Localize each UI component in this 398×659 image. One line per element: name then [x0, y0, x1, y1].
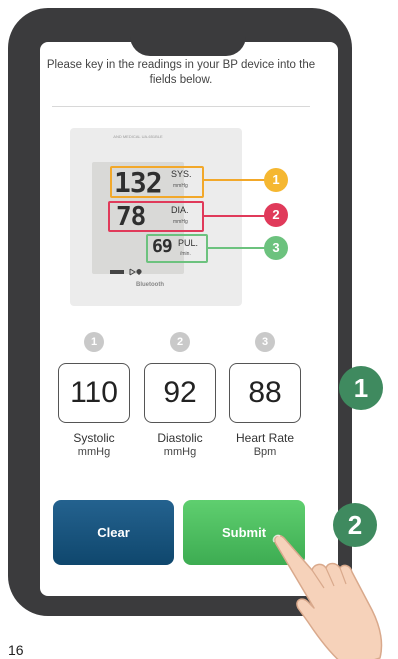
- bluetooth-label: Bluetooth: [136, 282, 164, 288]
- heart-rate-input[interactable]: 88: [229, 363, 301, 423]
- lcd-diastolic-value: 78: [116, 202, 146, 232]
- device-brand-text: AND MEDICAL UA-651BLE: [113, 134, 163, 139]
- diastolic-label-group: Diastolic mmHg: [135, 431, 225, 459]
- heart-icon: [136, 269, 142, 275]
- heart-rate-unit: Bpm: [253, 446, 277, 458]
- heart-rate-label: Heart Rate: [235, 431, 295, 445]
- lcd-systolic-value: 132: [114, 166, 163, 199]
- lcd-dia-label: DIA.: [171, 205, 189, 215]
- systolic-label-group: Systolic mmHg: [49, 431, 139, 459]
- tablet-notch: [130, 16, 246, 56]
- bluetooth-icon: [110, 268, 142, 276]
- lcd-pul-unit: /min.: [180, 251, 191, 257]
- page-number: 16: [8, 642, 24, 658]
- clear-button[interactable]: Clear: [53, 500, 174, 565]
- lcd-sys-label: SYS.: [171, 169, 192, 179]
- instruction-text: Please key in the readings in your BP de…: [46, 59, 316, 86]
- systolic-input[interactable]: 110: [58, 363, 130, 423]
- device-marker-2: 2: [264, 203, 288, 227]
- connector-line-2: [204, 215, 266, 217]
- callout-badge-1: 1: [339, 366, 383, 410]
- systolic-label: Systolic: [73, 431, 115, 445]
- divider: [52, 106, 310, 107]
- diastolic-label: Diastolic: [157, 431, 203, 445]
- diastolic-unit: mmHg: [163, 446, 197, 458]
- heart-rate-label-group: Heart Rate Bpm: [220, 431, 310, 459]
- lcd-dia-unit: mmHg: [173, 219, 188, 225]
- connector-line-1: [204, 179, 266, 181]
- diastolic-input[interactable]: 92: [144, 363, 216, 423]
- device-marker-3: 3: [264, 236, 288, 260]
- pointing-hand-icon: [272, 534, 383, 659]
- connector-line-3: [208, 247, 266, 249]
- step-badge-1: 1: [84, 332, 104, 352]
- lcd-pulse-value: 69: [152, 236, 173, 257]
- device-marker-1: 1: [264, 168, 288, 192]
- lcd-sys-unit: mmHg: [173, 183, 188, 189]
- step-badge-2: 2: [170, 332, 190, 352]
- step-badge-3: 3: [255, 332, 275, 352]
- lcd-pul-label: PUL.: [178, 238, 199, 248]
- systolic-unit: mmHg: [77, 446, 111, 458]
